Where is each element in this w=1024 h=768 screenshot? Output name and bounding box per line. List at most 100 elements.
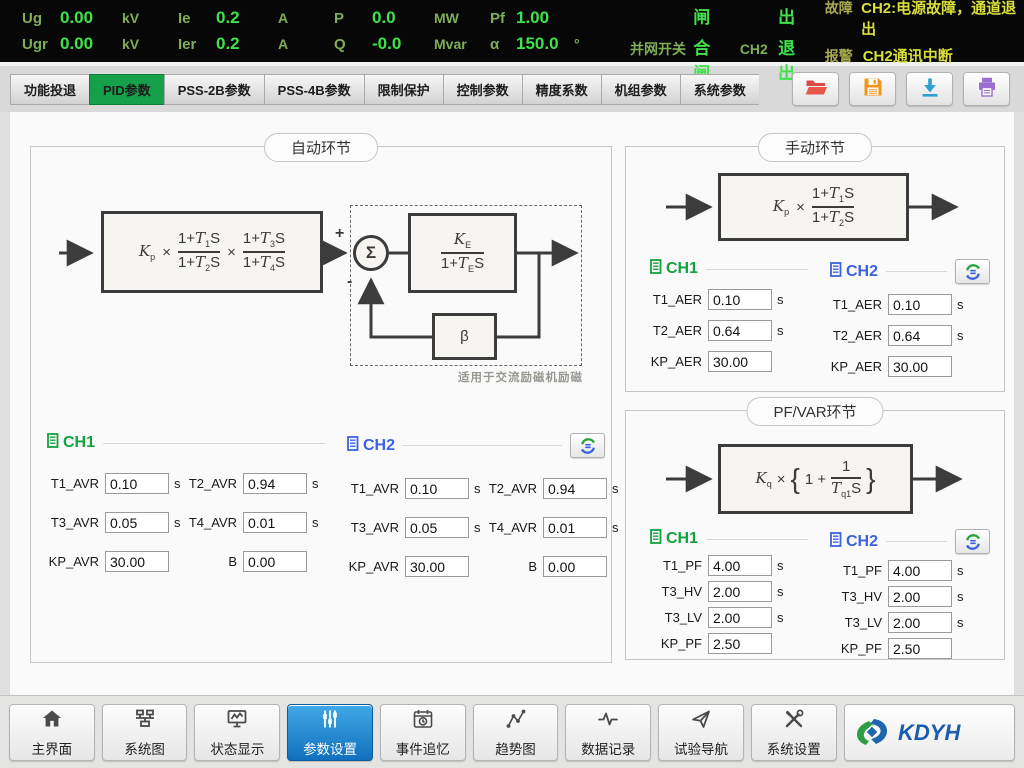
pfvar-loop-panel: PF/VAR环节 Kq × { 1 + 1Tq1S } CH1 [625,410,1005,660]
meas-label: Q [334,36,372,53]
copy-params-button[interactable] [570,433,605,458]
channel-title: CH2 [363,437,395,455]
switch-label: 并网开关 [630,39,693,59]
tab-limit-protection[interactable]: 限制保护 [364,74,443,105]
param-input[interactable] [708,607,772,628]
tab-function-enable[interactable]: 功能投退 [10,74,89,105]
summing-junction: Σ [353,235,389,271]
tab-system-params[interactable]: 系统参数 [680,74,759,105]
param-input[interactable] [888,356,952,377]
param-label: T1_AER [830,297,888,312]
param-input[interactable] [105,551,169,572]
param-input[interactable] [888,294,952,315]
pfvar-ch1-group: CH1 T1_PFs T3_HVs T3_LVs KP_PF [650,529,808,654]
param-input[interactable] [243,473,307,494]
tab-pid-params[interactable]: PID参数 [89,74,164,105]
nav-trend-chart[interactable]: 趋势图 [473,704,559,761]
param-input[interactable] [888,612,952,633]
times-sign: × [227,244,236,261]
param-input[interactable] [243,551,307,572]
param-label: KP_AVR [47,554,105,569]
svg-text:KDYH: KDYH [898,720,961,745]
nav-main-screen[interactable]: 主界面 [9,704,95,761]
param-unit: s [952,563,966,578]
printer-icon [976,76,998,103]
auto-loop-panel: 自动环节 Kp × 1+T1S1+T2S × 1+T3S1+T4S Σ + - [30,146,612,663]
system-diagram-icon [133,707,157,736]
copy-params-button[interactable] [955,529,990,554]
meas-label: α [490,36,516,53]
switch-status: 灭磁开关合闸 并网开关合闸 [630,0,726,84]
lead-lag-2: 1+T3S1+T4S [243,229,285,274]
param-label: T1_AER [650,292,708,307]
divider [886,541,947,542]
meas-unit: MW [434,10,476,26]
logo-kdyh[interactable]: KDYH [844,704,1015,761]
gain-term: Kp [139,242,155,262]
paper-plane-icon [689,707,713,736]
meas-value: 0.2 [216,8,278,28]
param-input[interactable] [708,555,772,576]
measurement-power: P0.0MW Q-0.0Mvar [334,8,476,54]
print-button[interactable] [963,72,1010,106]
meas-unit: A [278,10,320,26]
param-input[interactable] [708,633,772,654]
nav-data-record[interactable]: 数据记录 [565,704,651,761]
param-input[interactable] [543,478,607,499]
feedback-block: β [432,313,497,360]
nav-system-diagram[interactable]: 系统图 [102,704,188,761]
open-folder-icon [804,76,828,103]
param-input[interactable] [105,512,169,533]
tab-pss4b-params[interactable]: PSS-4B参数 [264,74,364,105]
nav-test-navigation[interactable]: 试验导航 [658,704,744,761]
param-input[interactable] [708,289,772,310]
param-input[interactable] [888,560,952,581]
param-label: T2_AVR [185,476,243,491]
meas-label: Ugr [22,36,60,53]
param-unit: s [772,584,786,599]
param-input[interactable] [405,556,469,577]
param-input[interactable] [105,473,169,494]
param-input[interactable] [888,638,952,659]
param-input[interactable] [708,581,772,602]
meas-unit: kV [122,36,164,52]
save-floppy-icon [862,76,884,103]
channel-value: 退出 [778,0,811,28]
alarm-status: 故障CH2:电源故障，通道退出 报警CH2通讯中断 [825,0,1024,66]
nav-event-recall[interactable]: 事件追忆 [380,704,466,761]
param-input[interactable] [243,512,307,533]
nav-parameter-settings[interactable]: 参数设置 [287,704,373,761]
switch-label: 灭磁开关 [630,0,693,3]
minus-sign: - [347,273,352,291]
pfvar-transfer-function-block: Kq × { 1 + 1Tq1S } [718,444,913,514]
param-input[interactable] [543,556,607,577]
param-input[interactable] [405,478,469,499]
param-input[interactable] [708,351,772,372]
nav-system-settings[interactable]: 系统设置 [751,704,837,761]
meas-label: Pf [490,10,516,27]
status-bar: Ug0.00kV Ugr0.00kV Ie0.2A Ier0.2A P0.0MW… [0,0,1024,62]
copy-params-button[interactable] [955,259,990,284]
tab-unit-params[interactable]: 机组参数 [601,74,680,105]
times-sign: × [777,471,786,488]
channel-table-icon [830,532,842,552]
download-params-button[interactable] [906,72,953,106]
tab-pss2b-params[interactable]: PSS-2B参数 [164,74,264,105]
meas-unit: ° [574,36,616,52]
warning-label: 报警 [825,46,863,66]
tab-accuracy-coeff[interactable]: 精度系数 [522,74,601,105]
param-input[interactable] [888,325,952,346]
param-label: T3_AVR [347,520,405,535]
param-input[interactable] [888,586,952,607]
param-input[interactable] [405,517,469,538]
save-button[interactable] [849,72,896,106]
param-input[interactable] [543,517,607,538]
tab-control-params[interactable]: 控制参数 [443,74,522,105]
param-unit: s [607,481,621,496]
divider [403,445,562,446]
open-file-button[interactable] [792,72,839,106]
param-input[interactable] [708,320,772,341]
param-label: B [185,554,243,569]
nav-status-display[interactable]: 状态显示 [194,704,280,761]
pfvar-ch2-header: CH2 [830,529,990,554]
